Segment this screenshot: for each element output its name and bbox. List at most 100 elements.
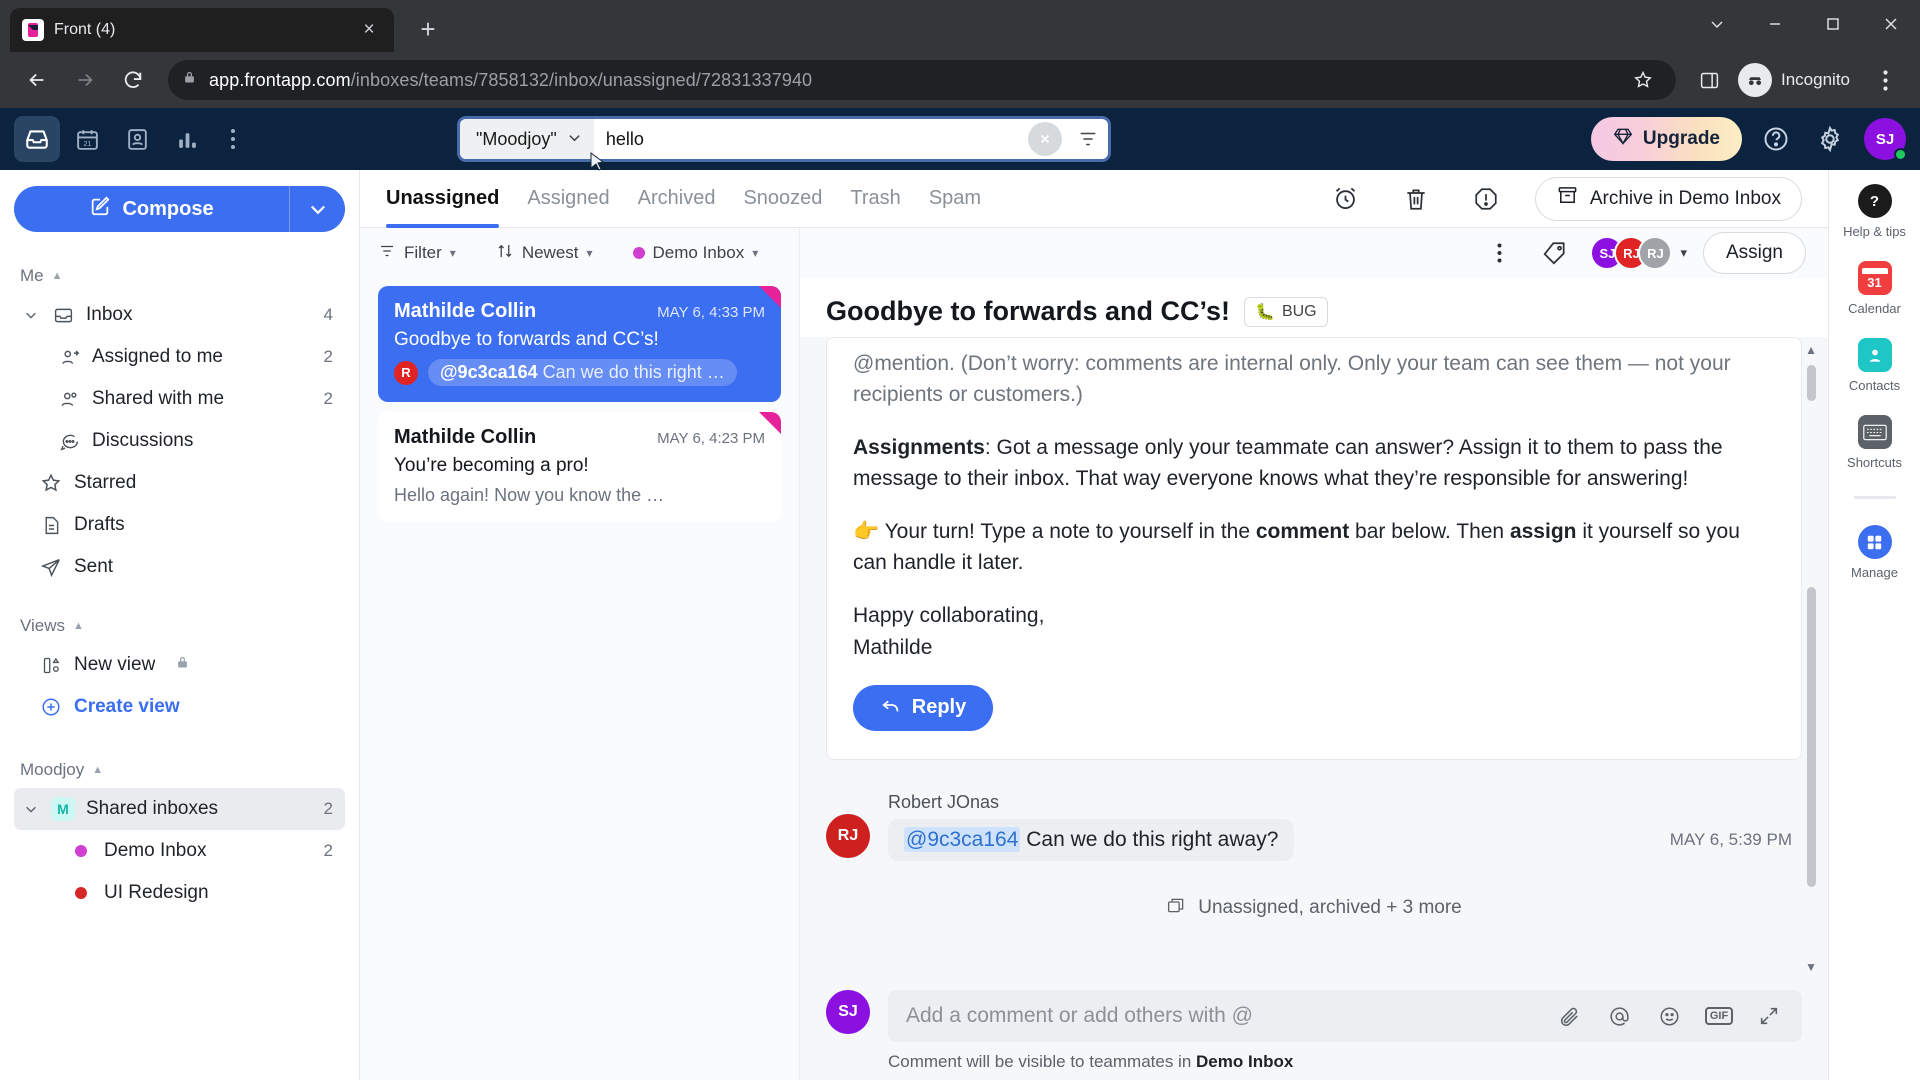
tab-spam[interactable]: Spam	[929, 170, 981, 228]
rail-item-contacts[interactable]: Contacts	[1829, 338, 1920, 393]
snooze-icon[interactable]	[1325, 178, 1367, 220]
trash-icon[interactable]	[1395, 178, 1437, 220]
filter-button[interactable]: Filter ▾	[378, 242, 456, 265]
comment-input[interactable]: Add a comment or add others with @ GIF	[888, 990, 1802, 1042]
avatar: RJ	[1638, 236, 1673, 270]
bookmark-star-icon[interactable]	[1624, 61, 1662, 99]
sidebar-item-assigned-to-me[interactable]: Assigned to me 2	[14, 336, 345, 378]
more-nav-icon[interactable]	[214, 117, 252, 161]
upgrade-button[interactable]: Upgrade	[1590, 117, 1742, 161]
rail-item-help[interactable]: ? Help & tips	[1829, 184, 1920, 239]
new-tab-button[interactable]: +	[408, 9, 448, 49]
rail-label: Shortcuts	[1847, 455, 1902, 470]
chrome-menu-icon[interactable]	[1866, 61, 1904, 99]
profile-incognito[interactable]: Incognito	[1734, 63, 1860, 97]
sidebar-item-discussions[interactable]: Discussions	[14, 420, 345, 462]
scroll-down-arrow-icon[interactable]: ▼	[1805, 960, 1817, 974]
reload-button[interactable]	[112, 59, 154, 101]
search-scope-dropdown[interactable]: "Moodjoy"	[460, 119, 594, 159]
sidebar-item-create-view[interactable]: Create view	[14, 686, 345, 728]
archive-in-demo-inbox-button[interactable]: Archive in Demo Inbox	[1534, 176, 1802, 221]
activity-summary[interactable]: Unassigned, archived + 3 more	[826, 895, 1802, 922]
tab-archived[interactable]: Archived	[638, 170, 716, 228]
window-close-icon[interactable]	[1862, 0, 1920, 48]
address-bar[interactable]: app.frontapp.com/inboxes/teams/7858132/i…	[168, 60, 1676, 100]
gif-icon[interactable]: GIF	[1704, 1001, 1734, 1031]
maximize-icon[interactable]	[1804, 0, 1862, 48]
compose-dropdown-button[interactable]	[289, 186, 345, 232]
reply-button[interactable]: Reply	[853, 684, 993, 731]
calendar-icon: 31	[1857, 261, 1892, 295]
close-icon[interactable]: ×	[356, 17, 382, 43]
gear-icon[interactable]	[1810, 119, 1850, 159]
sort-button[interactable]: Newest ▾	[496, 242, 593, 265]
search-input[interactable]	[593, 128, 1028, 150]
minimize-icon[interactable]	[1746, 0, 1804, 48]
mention-icon[interactable]	[1604, 1001, 1634, 1031]
sidebar-section-me[interactable]: Me ▲	[14, 258, 345, 294]
assignee-avatars[interactable]: SJ RJ RJ ▾	[1590, 236, 1687, 270]
conversation-item[interactable]: Mathilde Collin MAY 6, 4:33 PM Goodbye t…	[378, 286, 781, 402]
back-button[interactable]	[16, 59, 58, 101]
thread-scroll-area[interactable]: @mention. (Don’t worry: comments are int…	[800, 337, 1828, 980]
avatar[interactable]: SJ	[1864, 118, 1907, 161]
status-badge[interactable]: 🐛 BUG	[1244, 296, 1328, 327]
spam-icon[interactable]	[1465, 178, 1507, 220]
forward-button[interactable]	[64, 59, 106, 101]
tag-icon[interactable]	[1534, 232, 1576, 274]
comment-chip: @9c3ca164 Can we do this right …	[428, 359, 737, 386]
thread-more-icon[interactable]	[1478, 232, 1520, 274]
chevron-down-icon	[22, 802, 40, 816]
tab-unassigned[interactable]: Unassigned	[386, 170, 500, 228]
inbox-selector[interactable]: Demo Inbox ▾	[632, 243, 758, 263]
calendar-nav-icon[interactable]: 21	[64, 116, 110, 162]
thread-header: Goodbye to forwards and CC’s! 🐛 BUG	[800, 278, 1828, 337]
conversation-list: Mathilde Collin MAY 6, 4:33 PM Goodbye t…	[360, 278, 799, 1080]
sidebar-item-inbox[interactable]: Inbox 4	[14, 294, 345, 336]
emoji-icon[interactable]	[1654, 1001, 1684, 1031]
analytics-nav-icon[interactable]	[164, 116, 210, 162]
chevron-down-icon[interactable]	[1688, 0, 1746, 48]
sidebar-item-shared-inboxes[interactable]: M Shared inboxes 2	[14, 788, 345, 830]
sidebar-item-count: 2	[323, 389, 333, 408]
browser-tab-title: Front (4)	[54, 21, 116, 38]
sidebar-section-views[interactable]: Views ▲	[14, 608, 345, 644]
scrollbar-thumb-top[interactable]	[1807, 365, 1816, 401]
sidebar-item-sent[interactable]: Sent	[14, 546, 345, 588]
scrollbar-thumb[interactable]	[1807, 587, 1816, 887]
tab-trash[interactable]: Trash	[850, 170, 900, 228]
attachment-icon[interactable]	[1554, 1001, 1584, 1031]
rail-item-manage[interactable]: Manage	[1829, 525, 1920, 580]
rail-item-shortcuts[interactable]: Shortcuts	[1829, 415, 1920, 470]
comment-bold: comment	[1255, 520, 1350, 544]
clear-search-icon[interactable]	[1028, 122, 1062, 156]
conversation-item[interactable]: Mathilde Collin MAY 6, 4:23 PM You’re be…	[378, 412, 781, 522]
search-bar[interactable]: "Moodjoy"	[460, 119, 1108, 159]
compose-button[interactable]: Compose	[14, 186, 289, 232]
assign-button[interactable]: Assign	[1702, 232, 1806, 274]
sidebar-item-shared-with-me[interactable]: Shared with me 2	[14, 378, 345, 420]
search-filter-icon[interactable]	[1068, 119, 1108, 159]
sidebar-item-starred[interactable]: Starred	[14, 462, 345, 504]
tab-assigned[interactable]: Assigned	[527, 170, 609, 228]
contacts-nav-icon[interactable]	[114, 116, 160, 162]
sidebar-section-moodjoy[interactable]: Moodjoy ▲	[14, 752, 345, 788]
expand-icon[interactable]	[1754, 1001, 1784, 1031]
side-panel-icon[interactable]	[1690, 61, 1728, 99]
sidebar-item-new-view[interactable]: New view	[14, 644, 345, 686]
unread-corner-icon	[759, 412, 781, 434]
sidebar-item-demo-inbox[interactable]: Demo Inbox 2	[14, 830, 345, 872]
scroll-up-arrow-icon[interactable]: ▲	[1805, 343, 1817, 357]
caret-up-icon: ▲	[92, 764, 104, 776]
inbox-nav-icon[interactable]	[14, 116, 60, 162]
right-rail: ? Help & tips 31 Calendar Contacts Short…	[1828, 170, 1920, 1080]
compose-icon	[89, 195, 111, 223]
presence-dot	[1894, 148, 1907, 161]
comment-input-placeholder: Add a comment or add others with @	[906, 1004, 1253, 1027]
rail-item-calendar[interactable]: 31 Calendar	[1829, 261, 1920, 316]
help-icon[interactable]	[1756, 119, 1796, 159]
sidebar-item-ui-redesign[interactable]: UI Redesign	[14, 872, 345, 914]
tab-snoozed[interactable]: Snoozed	[743, 170, 822, 228]
sidebar-item-drafts[interactable]: Drafts	[14, 504, 345, 546]
browser-tab[interactable]: Front (4) ×	[10, 8, 394, 52]
